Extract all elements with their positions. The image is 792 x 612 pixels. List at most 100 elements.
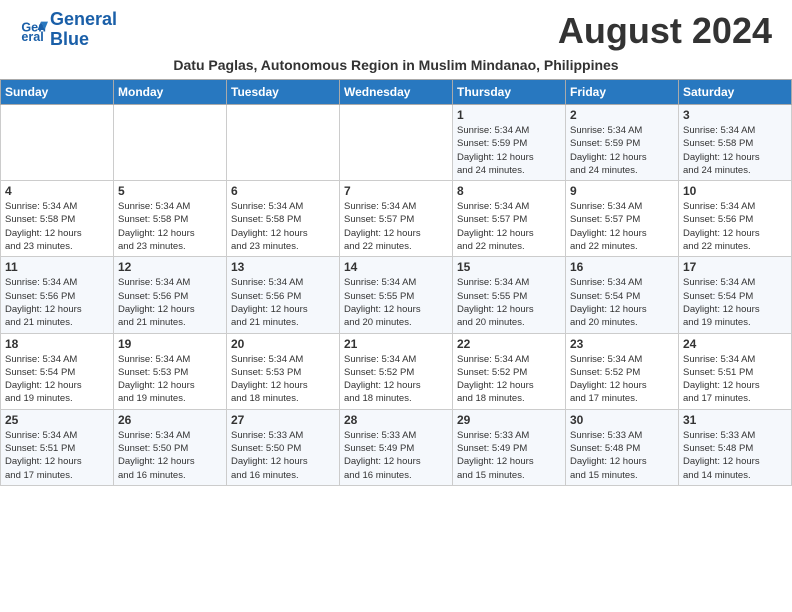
day-info: Sunrise: 5:34 AM Sunset: 5:54 PM Dayligh… [5, 353, 109, 406]
day-number: 7 [344, 184, 448, 198]
day-number: 29 [457, 413, 561, 427]
header-friday: Friday [566, 80, 679, 105]
header-saturday: Saturday [679, 80, 792, 105]
table-row [1, 105, 114, 181]
day-number: 28 [344, 413, 448, 427]
day-info: Sunrise: 5:33 AM Sunset: 5:48 PM Dayligh… [570, 429, 674, 482]
calendar-week-row: 1 Sunrise: 5:34 AM Sunset: 5:59 PM Daylig… [1, 105, 792, 181]
day-info: Sunrise: 5:34 AM Sunset: 5:54 PM Dayligh… [570, 276, 674, 329]
calendar-week-row: 18 Sunrise: 5:34 AM Sunset: 5:54 PM Dayli… [1, 333, 792, 409]
day-number: 9 [570, 184, 674, 198]
month-title: August 2024 [558, 10, 772, 52]
day-number: 24 [683, 337, 787, 351]
table-row: 25 Sunrise: 5:34 AM Sunset: 5:51 PM Dayli… [1, 409, 114, 485]
calendar-body: 1 Sunrise: 5:34 AM Sunset: 5:59 PM Daylig… [1, 105, 792, 486]
table-row: 2 Sunrise: 5:34 AM Sunset: 5:59 PM Daylig… [566, 105, 679, 181]
table-row: 1 Sunrise: 5:34 AM Sunset: 5:59 PM Daylig… [453, 105, 566, 181]
day-number: 25 [5, 413, 109, 427]
table-row: 21Sunrise: 5:34 AM Sunset: 5:52 PM Dayli… [340, 333, 453, 409]
day-info: Sunrise: 5:34 AM Sunset: 5:56 PM Dayligh… [5, 276, 109, 329]
day-info: Sunrise: 5:34 AM Sunset: 5:57 PM Dayligh… [570, 200, 674, 253]
table-row: 23 Sunrise: 5:34 AM Sunset: 5:52 PM Dayli… [566, 333, 679, 409]
day-info: Sunrise: 5:34 AM Sunset: 5:58 PM Dayligh… [118, 200, 222, 253]
day-number: 19 [118, 337, 222, 351]
day-info: Sunrise: 5:34 AM Sunset: 5:51 PM Dayligh… [5, 429, 109, 482]
table-row: 30Sunrise: 5:33 AM Sunset: 5:48 PM Dayli… [566, 409, 679, 485]
day-info: Sunrise: 5:34 AM Sunset: 5:55 PM Dayligh… [344, 276, 448, 329]
day-info: Sunrise: 5:34 AM Sunset: 5:56 PM Dayligh… [683, 200, 787, 253]
day-info: Sunrise: 5:34 AM Sunset: 5:50 PM Dayligh… [118, 429, 222, 482]
day-info: Sunrise: 5:34 AM Sunset: 5:52 PM Dayligh… [457, 353, 561, 406]
day-number: 14 [344, 260, 448, 274]
table-row: 15Sunrise: 5:34 AM Sunset: 5:55 PM Dayli… [453, 257, 566, 333]
day-info: Sunrise: 5:33 AM Sunset: 5:49 PM Dayligh… [344, 429, 448, 482]
table-row: 4Sunrise: 5:34 AM Sunset: 5:58 PM Daylig… [1, 181, 114, 257]
day-number: 26 [118, 413, 222, 427]
page-header: Gen eral General Blue August 2024 [0, 0, 792, 57]
table-row: 5 Sunrise: 5:34 AM Sunset: 5:58 PM Daylig… [114, 181, 227, 257]
day-info: Sunrise: 5:34 AM Sunset: 5:58 PM Dayligh… [683, 124, 787, 177]
table-row: 6Sunrise: 5:34 AM Sunset: 5:58 PM Daylig… [227, 181, 340, 257]
table-row: 29Sunrise: 5:33 AM Sunset: 5:49 PM Dayli… [453, 409, 566, 485]
logo-icon: Gen eral [20, 16, 48, 44]
header-tuesday: Tuesday [227, 80, 340, 105]
day-info: Sunrise: 5:34 AM Sunset: 5:59 PM Dayligh… [457, 124, 561, 177]
table-row [227, 105, 340, 181]
table-row: 12 Sunrise: 5:34 AM Sunset: 5:56 PM Dayli… [114, 257, 227, 333]
day-info: Sunrise: 5:34 AM Sunset: 5:53 PM Dayligh… [118, 353, 222, 406]
table-row: 26 Sunrise: 5:34 AM Sunset: 5:50 PM Dayli… [114, 409, 227, 485]
day-info: Sunrise: 5:34 AM Sunset: 5:52 PM Dayligh… [570, 353, 674, 406]
logo: Gen eral General Blue [20, 10, 117, 50]
day-info: Sunrise: 5:34 AM Sunset: 5:52 PM Dayligh… [344, 353, 448, 406]
header-monday: Monday [114, 80, 227, 105]
table-row: 19 Sunrise: 5:34 AM Sunset: 5:53 PM Dayli… [114, 333, 227, 409]
table-row: 20Sunrise: 5:34 AM Sunset: 5:53 PM Dayli… [227, 333, 340, 409]
day-number: 1 [457, 108, 561, 122]
logo-text: General Blue [50, 10, 117, 50]
header-sunday: Sunday [1, 80, 114, 105]
weekday-header-row: Sunday Monday Tuesday Wednesday Thursday… [1, 80, 792, 105]
day-number: 22 [457, 337, 561, 351]
table-row: 17Sunrise: 5:34 AM Sunset: 5:54 PM Dayli… [679, 257, 792, 333]
day-number: 23 [570, 337, 674, 351]
day-number: 5 [118, 184, 222, 198]
table-row: 10 Sunrise: 5:34 AM Sunset: 5:56 PM Dayli… [679, 181, 792, 257]
day-info: Sunrise: 5:34 AM Sunset: 5:57 PM Dayligh… [457, 200, 561, 253]
header-wednesday: Wednesday [340, 80, 453, 105]
day-number: 17 [683, 260, 787, 274]
logo-line1: General [50, 10, 117, 30]
calendar-table: Sunday Monday Tuesday Wednesday Thursday… [0, 79, 792, 486]
table-row: 9 Sunrise: 5:34 AM Sunset: 5:57 PM Daylig… [566, 181, 679, 257]
day-info: Sunrise: 5:34 AM Sunset: 5:56 PM Dayligh… [118, 276, 222, 329]
page-container: Gen eral General Blue August 2024 Datu P… [0, 0, 792, 486]
table-row: 18 Sunrise: 5:34 AM Sunset: 5:54 PM Dayli… [1, 333, 114, 409]
day-number: 12 [118, 260, 222, 274]
table-row: 8Sunrise: 5:34 AM Sunset: 5:57 PM Daylig… [453, 181, 566, 257]
day-number: 3 [683, 108, 787, 122]
calendar-header: Sunday Monday Tuesday Wednesday Thursday… [1, 80, 792, 105]
table-row: 27Sunrise: 5:33 AM Sunset: 5:50 PM Dayli… [227, 409, 340, 485]
calendar-week-row: 4 Sunrise: 5:34 AM Sunset: 5:58 PM Daylig… [1, 181, 792, 257]
day-info: Sunrise: 5:34 AM Sunset: 5:56 PM Dayligh… [231, 276, 335, 329]
day-number: 11 [5, 260, 109, 274]
table-row [340, 105, 453, 181]
day-number: 4 [5, 184, 109, 198]
table-row [114, 105, 227, 181]
table-row: 11 Sunrise: 5:34 AM Sunset: 5:56 PM Dayli… [1, 257, 114, 333]
table-row: 14 Sunrise: 5:34 AM Sunset: 5:55 PM Dayli… [340, 257, 453, 333]
logo-line2: Blue [50, 30, 117, 50]
day-number: 18 [5, 337, 109, 351]
table-row: 24Sunrise: 5:34 AM Sunset: 5:51 PM Dayli… [679, 333, 792, 409]
day-number: 2 [570, 108, 674, 122]
day-number: 10 [683, 184, 787, 198]
table-row: 16Sunrise: 5:34 AM Sunset: 5:54 PM Dayli… [566, 257, 679, 333]
header-thursday: Thursday [453, 80, 566, 105]
day-info: Sunrise: 5:34 AM Sunset: 5:59 PM Dayligh… [570, 124, 674, 177]
day-number: 27 [231, 413, 335, 427]
calendar-week-row: 25 Sunrise: 5:34 AM Sunset: 5:51 PM Dayli… [1, 409, 792, 485]
table-row: 31Sunrise: 5:33 AM Sunset: 5:48 PM Dayli… [679, 409, 792, 485]
table-row: 3 Sunrise: 5:34 AM Sunset: 5:58 PM Daylig… [679, 105, 792, 181]
table-row: 22 Sunrise: 5:34 AM Sunset: 5:52 PM Dayli… [453, 333, 566, 409]
day-number: 31 [683, 413, 787, 427]
day-info: Sunrise: 5:34 AM Sunset: 5:55 PM Dayligh… [457, 276, 561, 329]
